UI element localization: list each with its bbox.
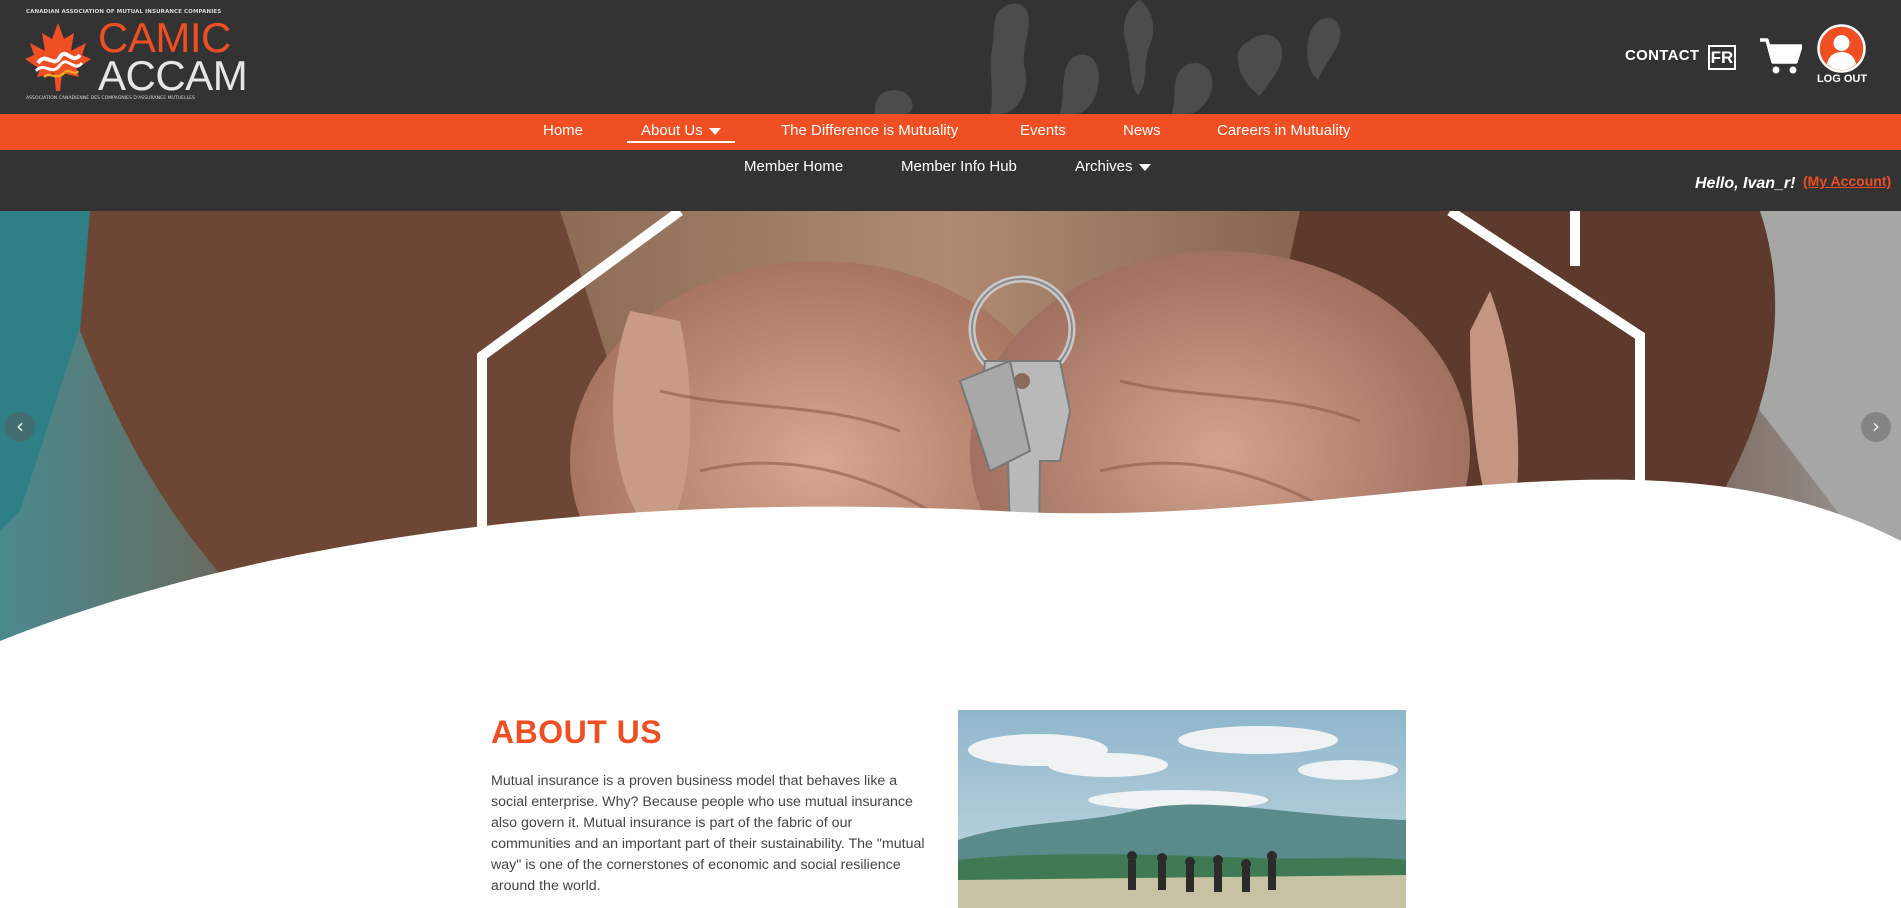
header-decoration (874, 0, 1341, 114)
about-photo (958, 710, 1406, 908)
logo-name-fr: ACCAM (98, 52, 248, 99)
nav-item-careers[interactable]: Careers in Mutuality (1217, 114, 1350, 150)
contact-link[interactable]: CONTACT (1625, 47, 1699, 64)
user-icon[interactable] (1817, 24, 1866, 73)
caret-down-icon (708, 127, 721, 135)
subnav-item-member-home[interactable]: Member Home (744, 158, 843, 175)
slider-prev-button[interactable]: ‹ (5, 412, 35, 442)
hero-image (0, 211, 1901, 651)
my-account-link[interactable]: (My Account) (1803, 173, 1891, 189)
logo-bottom-line: ASSOCIATION CANADIENNE DES COMPAGNIES D'… (26, 96, 195, 101)
member-sub-nav: Member Home Member Info Hub Archives Hel… (0, 150, 1901, 211)
logout-link[interactable]: LOG OUT (1812, 73, 1872, 85)
about-body: Mutual insurance is a proven business mo… (491, 773, 925, 894)
nav-item-news[interactable]: News (1123, 114, 1161, 150)
subnav-item-member-info-hub[interactable]: Member Info Hub (901, 158, 1017, 175)
language-toggle[interactable]: FR (1708, 45, 1736, 70)
chevron-right-icon: › (1872, 414, 1880, 438)
subnav-item-label: Archives (1075, 158, 1133, 175)
nav-item-difference-is-mutuality[interactable]: The Difference is Mutuality (781, 114, 958, 150)
site-logo[interactable]: CANADIAN ASSOCIATION OF MUTUAL INSURANCE… (24, 9, 248, 105)
cart-icon[interactable] (1758, 36, 1802, 76)
slider-next-button[interactable]: › (1861, 412, 1891, 442)
maple-leaf-icon (25, 23, 91, 91)
nav-item-home[interactable]: Home (543, 114, 583, 150)
user-greeting: Hello, Ivan_r! (1695, 175, 1796, 192)
chevron-left-icon: ‹ (16, 414, 24, 438)
caret-down-icon (1138, 163, 1151, 171)
nav-item-about-us[interactable]: About Us (627, 114, 735, 143)
hero-slider: ‹ › (0, 211, 1901, 651)
site-header: CANADIAN ASSOCIATION OF MUTUAL INSURANCE… (0, 0, 1901, 114)
subnav-item-archives[interactable]: Archives (1075, 158, 1151, 175)
main-nav: Home About Us The Difference is Mutualit… (0, 114, 1901, 150)
nav-item-label: About Us (641, 122, 703, 139)
nav-item-events[interactable]: Events (1020, 114, 1066, 150)
about-title: ABOUT US (491, 714, 663, 750)
